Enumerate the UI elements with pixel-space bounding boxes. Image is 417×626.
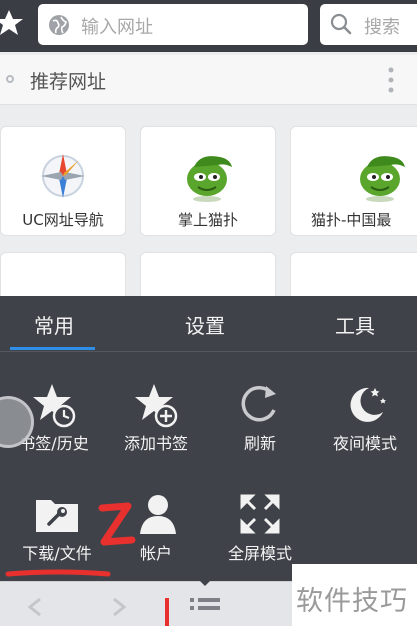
search-input[interactable]: 搜索 <box>320 4 417 45</box>
tab-common[interactable]: 常用 <box>34 310 74 339</box>
refresh-icon <box>236 380 284 428</box>
menu-item-refresh[interactable]: 刷新 <box>210 372 310 472</box>
fullscreen-icon <box>236 490 284 538</box>
tab-settings[interactable]: 设置 <box>185 310 225 339</box>
forward-arrow-icon[interactable] <box>108 596 130 622</box>
menu-item-label: 夜间模式 <box>332 434 397 453</box>
menu-item-label: 刷新 <box>243 434 276 453</box>
menu-item-add-bookmark[interactable]: 添加书签 <box>106 372 206 472</box>
url-input[interactable]: 输入网址 <box>38 4 308 45</box>
menu-tabs: 常用 设置 工具 <box>0 296 417 352</box>
search-placeholder: 搜索 <box>364 17 400 38</box>
compass-icon <box>35 149 91 203</box>
address-bar: 输入网址 搜索 <box>0 0 417 52</box>
tile-label: 猫扑-中国最 <box>311 211 392 229</box>
tile-uc-navigation[interactable]: UC网址导航 <box>0 126 126 236</box>
url-placeholder: 输入网址 <box>81 17 153 38</box>
tile-label: UC网址导航 <box>22 211 104 229</box>
menu-caret-icon <box>193 574 217 586</box>
add-bookmark-icon <box>132 380 180 428</box>
download-folder-icon <box>33 490 81 538</box>
menu-item-night-mode[interactable]: 夜间模式 <box>315 372 415 472</box>
menu-list-icon[interactable] <box>188 594 224 624</box>
tile-mop-mobile[interactable]: 掌上猫扑 <box>140 126 276 236</box>
watermark-text: 软件技巧 <box>296 586 408 617</box>
mop-mascot-icon <box>353 149 409 203</box>
mop-mascot-icon <box>180 149 236 203</box>
underline-annotation <box>5 569 111 577</box>
tile-mop-china[interactable]: 猫扑-中国最 <box>290 126 417 236</box>
menu-item-label: 下载/文件 <box>22 544 92 563</box>
more-options-icon[interactable] <box>386 65 396 95</box>
tab-tools[interactable]: 工具 <box>335 310 375 339</box>
search-icon <box>330 13 352 35</box>
recommended-title: 推荐网址 <box>30 71 107 93</box>
favorite-star-icon[interactable] <box>0 8 24 38</box>
globe-icon <box>48 14 70 36</box>
back-arrow-icon[interactable] <box>24 596 46 622</box>
menu-item-label: 全屏模式 <box>227 544 292 563</box>
menu-item-label: 添加书签 <box>123 434 188 453</box>
step-number-annotation <box>98 502 136 546</box>
main-menu-panel: 常用 设置 工具 书签/历史 添加书签 刷新 夜间模式 下载/文件 帐户 全屏模… <box>0 296 417 581</box>
tile-label: 掌上猫扑 <box>177 211 238 229</box>
night-mode-icon <box>341 380 389 428</box>
account-icon <box>132 490 180 538</box>
bookmark-history-icon <box>30 380 78 428</box>
red-pointer-annotation <box>165 598 169 626</box>
section-dot-icon <box>6 75 14 83</box>
active-tab-indicator <box>10 347 95 350</box>
recommended-header: 推荐网址 <box>0 55 417 105</box>
